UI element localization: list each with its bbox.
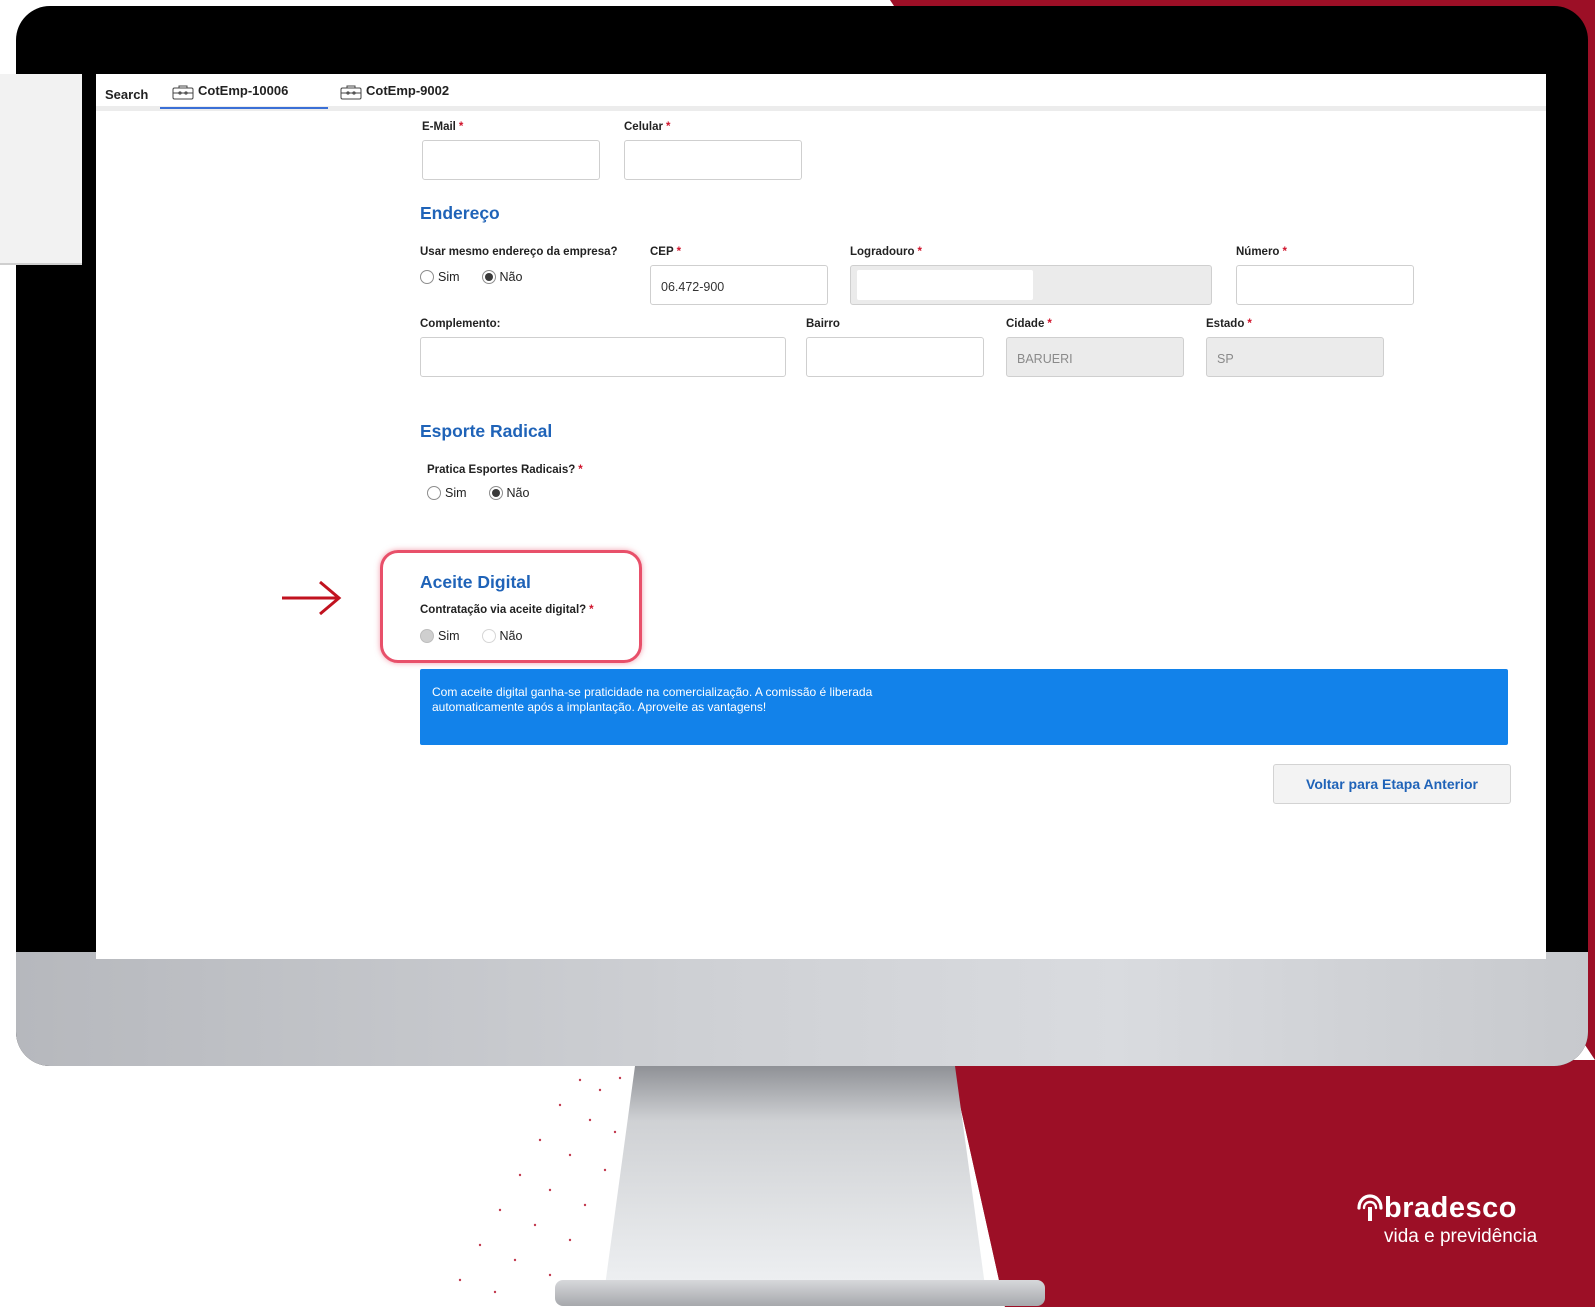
aceite-info-box: Com aceite digital ganha-se praticidade … <box>420 669 1508 745</box>
bradesco-tree-icon <box>1357 1194 1383 1221</box>
aceite-radio-group: Sim Não <box>420 629 544 643</box>
complemento-field[interactable] <box>420 337 786 377</box>
radio-sim[interactable]: Sim <box>427 486 467 500</box>
brand-subtitle: vida e previdência <box>1384 1226 1538 1247</box>
section-title-aceite: Aceite Digital <box>420 572 531 592</box>
bairro-label: Bairro <box>806 318 840 330</box>
background-panel <box>0 74 82 264</box>
radio-nao[interactable]: Não <box>481 629 522 643</box>
radio-circle <box>481 629 496 643</box>
numero-field[interactable] <box>1236 265 1414 305</box>
radio-sim[interactable]: Sim <box>420 270 460 284</box>
monitor-stand <box>555 1066 1045 1306</box>
radio-circle <box>481 270 496 284</box>
logradouro-field <box>850 265 1212 305</box>
logradouro-autofill <box>857 270 1033 300</box>
radio-circle <box>420 629 434 643</box>
same-address-label: Usar mesmo endereço da empresa? <box>420 246 618 258</box>
back-button[interactable]: Voltar para Etapa Anterior <box>1273 764 1511 804</box>
cidade-field: BARUERI <box>1006 337 1184 377</box>
aceite-question: Contratação via aceite digital? * <box>420 604 594 616</box>
briefcase-icon <box>340 85 362 100</box>
info-line: Com aceite digital ganha-se praticidade … <box>432 685 873 699</box>
email-label: E-Mail * <box>422 121 464 133</box>
cep-label: CEP * <box>650 246 682 258</box>
estado-label: Estado * <box>1206 318 1252 330</box>
arrow-right-icon <box>282 580 342 616</box>
celular-field[interactable] <box>624 140 802 180</box>
brand-name: bradesco <box>1384 1192 1517 1224</box>
section-title-endereco: Endereço <box>420 203 500 223</box>
tab-search[interactable]: Search <box>105 87 148 102</box>
tab-bar: Search CotEmp-10006 CotEmp-9002 <box>96 74 1546 111</box>
celular-label: Celular * <box>624 121 671 133</box>
esporte-radio-group: Sim Não <box>427 486 551 500</box>
estado-field: SP <box>1206 337 1384 377</box>
numero-label: Número * <box>1236 246 1287 258</box>
screen: Search CotEmp-10006 CotEmp-9002 E-Mail *… <box>96 74 1546 959</box>
same-address-radio-group: Sim Não <box>420 270 544 284</box>
logradouro-label: Logradouro * <box>850 246 923 258</box>
email-field[interactable] <box>422 140 600 180</box>
tab-cotemp-9002[interactable]: CotEmp-9002 <box>340 83 490 109</box>
complemento-label: Complemento: <box>420 318 501 330</box>
monitor-bezel: Search CotEmp-10006 CotEmp-9002 E-Mail *… <box>16 6 1588 1066</box>
radio-circle <box>427 486 441 500</box>
info-line: automaticamente após a implantação. Apro… <box>432 700 767 714</box>
bairro-field[interactable] <box>806 337 984 377</box>
radio-nao[interactable]: Não <box>488 486 529 500</box>
cidade-label: Cidade * <box>1006 318 1052 330</box>
section-title-esporte: Esporte Radical <box>420 421 553 441</box>
tab-cotemp-10006[interactable]: CotEmp-10006 <box>160 83 328 109</box>
radio-sim[interactable]: Sim <box>420 629 460 643</box>
radio-nao[interactable]: Não <box>481 270 522 284</box>
tab-label: CotEmp-9002 <box>366 83 450 98</box>
esporte-question: Pratica Esportes Radicais? * <box>427 464 583 476</box>
radio-circle <box>488 486 503 500</box>
briefcase-icon <box>172 85 194 100</box>
monitor-chin <box>16 952 1588 1066</box>
tab-label: CotEmp-10006 <box>198 83 289 98</box>
background-panel-divider <box>0 263 82 265</box>
cep-field[interactable]: 06.472-900 <box>650 265 828 305</box>
radio-circle <box>420 270 434 284</box>
